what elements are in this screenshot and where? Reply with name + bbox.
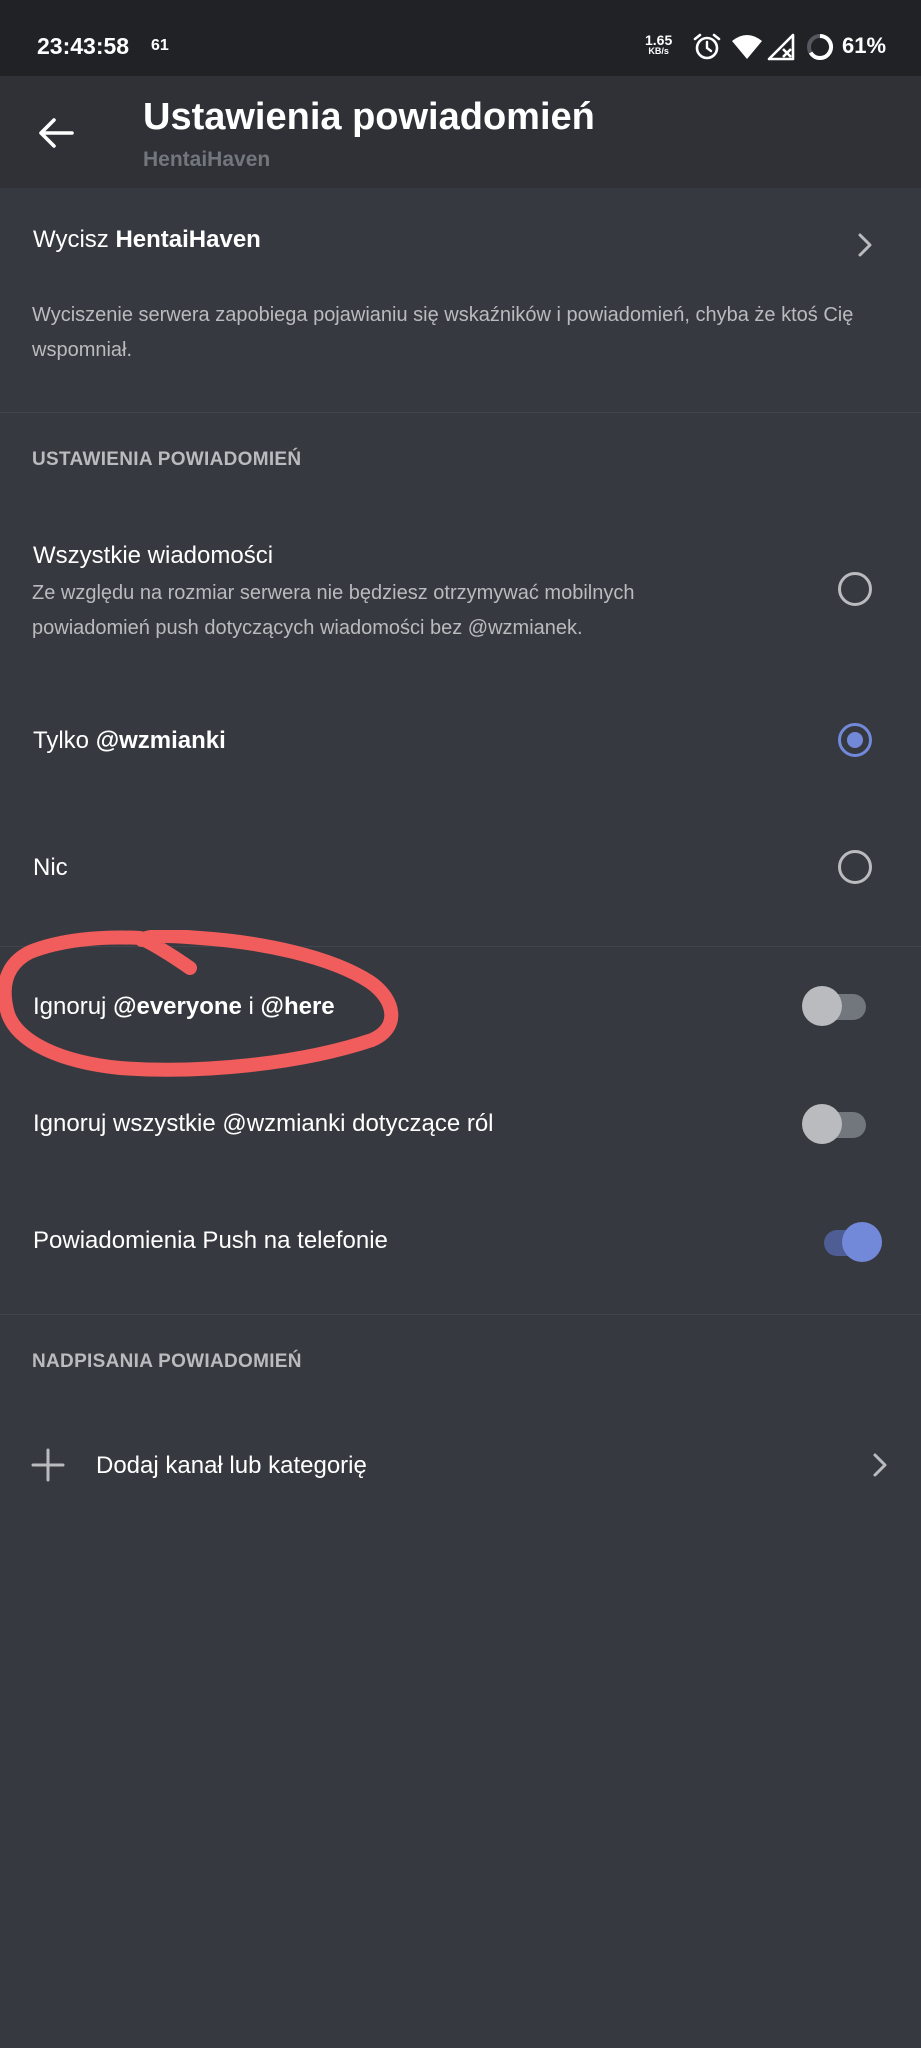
option-label: Nic — [33, 854, 68, 881]
plus-icon — [31, 1448, 65, 1482]
toggle-label: Ignoruj @everyone i @here — [33, 993, 335, 1021]
option-label-prefix: Tylko — [33, 727, 96, 754]
battery-icon — [807, 33, 834, 60]
push-notifications-toggle[interactable] — [818, 1220, 882, 1262]
mute-server-row[interactable]: Wycisz HentaiHaven Wyciszenie serwera za… — [0, 188, 921, 412]
alarm-icon — [693, 33, 721, 60]
notification-overrides-heading: NADPISANIA POWIADOMIEŃ — [32, 1351, 302, 1372]
network-speed: 1.65 KB/s — [645, 33, 672, 57]
option-label: Tylko @wzmianki — [33, 727, 226, 755]
battery-percent: 61% — [842, 33, 887, 58]
mute-prefix: Wycisz — [33, 226, 116, 253]
status-time: 23:43:58 — [37, 33, 130, 59]
mute-server-name: HentaiHaven — [115, 226, 261, 253]
mute-server-label: Wycisz HentaiHaven — [33, 226, 261, 254]
add-channel-label: Dodaj kanał lub kategorię — [96, 1452, 367, 1479]
divider — [0, 1314, 921, 1315]
status-bar: 23:43:58 61 1.65 KB/s 61% — [0, 0, 921, 76]
page-title: Ustawienia powiadomień — [143, 96, 595, 138]
mute-description: Wyciszenie serwera zapobiega pojawianiu … — [32, 304, 854, 361]
back-arrow-icon[interactable] — [36, 113, 76, 153]
page-subtitle: HentaiHaven — [143, 148, 271, 171]
toggle-row-ignore-everyone[interactable]: Ignoruj @everyone i @here — [0, 966, 921, 1046]
toggle-label: Ignoruj wszystkie @wzmianki dotyczące ró… — [33, 1110, 494, 1137]
option-description: Ze względu na rozmiar serwera nie będzie… — [32, 582, 635, 639]
radio-all-messages[interactable] — [838, 572, 872, 606]
everyone-mention: @everyone — [113, 993, 242, 1020]
ignore-role-mentions-toggle[interactable] — [802, 1102, 866, 1144]
option-label: Wszystkie wiadomości — [33, 542, 274, 569]
option-only-mentions[interactable]: Tylko @wzmianki — [0, 700, 921, 780]
chevron-right-icon — [873, 1453, 887, 1477]
toggle-label-middle: i — [241, 993, 261, 1020]
toggle-knob — [802, 986, 842, 1026]
wifi-icon — [732, 35, 762, 59]
toggle-label-prefix: Ignoruj — [33, 993, 114, 1020]
add-channel-or-category-row[interactable]: Dodaj kanał lub kategorię — [0, 1425, 921, 1505]
toggle-knob — [802, 1104, 842, 1144]
network-speed-unit: KB/s — [648, 46, 669, 56]
toggle-knob — [842, 1222, 882, 1262]
toggle-label: Powiadomienia Push na telefonie — [33, 1227, 388, 1254]
option-label-mention: @wzmianki — [95, 727, 226, 754]
divider — [0, 412, 921, 413]
option-nothing[interactable]: Nic — [0, 827, 921, 907]
notification-count: 61 — [151, 37, 169, 54]
toggle-row-push-notifications[interactable]: Powiadomienia Push na telefonie — [0, 1200, 921, 1280]
toggle-row-ignore-role-mentions[interactable]: Ignoruj wszystkie @wzmianki dotyczące ró… — [0, 1083, 921, 1163]
option-all-messages[interactable]: Wszystkie wiadomości Ze względu na rozmi… — [0, 520, 921, 660]
radio-only-mentions[interactable] — [838, 723, 872, 757]
chevron-right-icon — [858, 233, 872, 257]
signal-icon — [767, 33, 795, 61]
divider — [0, 946, 921, 947]
notification-settings-heading: USTAWIENIA POWIADOMIEŃ — [32, 449, 302, 470]
here-mention: @here — [260, 993, 335, 1020]
radio-nothing[interactable] — [838, 850, 872, 884]
ignore-everyone-toggle[interactable] — [802, 984, 866, 1026]
